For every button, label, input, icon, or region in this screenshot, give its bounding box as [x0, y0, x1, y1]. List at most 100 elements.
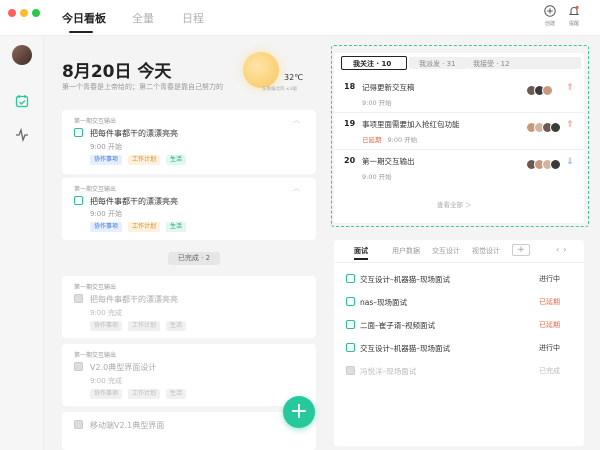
- tag: 工作计划: [128, 155, 161, 165]
- window-close-button[interactable]: [8, 9, 16, 17]
- status-badge: 已完成: [539, 367, 560, 375]
- create-button[interactable]: 创建: [539, 5, 561, 27]
- task-checkbox[interactable]: [346, 320, 355, 329]
- task-checkbox-checked[interactable]: [74, 294, 83, 303]
- avatar: [550, 159, 561, 170]
- task-checkbox-checked[interactable]: [346, 366, 355, 375]
- card-project: 第一期交互输出: [74, 118, 117, 125]
- tab-today-board[interactable]: 今日看板: [62, 10, 106, 26]
- todo-card[interactable]: 第一期交互输出 ︿ 把每件事都干的漂漂亮亮 9:00 开始 协作事项 工作计划 …: [62, 178, 316, 240]
- bell-icon: [568, 5, 580, 15]
- todo-card[interactable]: 第一期交互输出 ︿ 把每件事都干的漂漂亮亮 9:00 开始 协作事项 工作计划 …: [62, 110, 316, 174]
- overdue-badge: 已延期: [362, 136, 382, 144]
- avatar: [542, 85, 553, 96]
- list-item[interactable]: 交互设计–机器猫–现场面试 进行中: [334, 337, 584, 359]
- collapse-caret-icon[interactable]: ︿: [293, 115, 300, 125]
- card-time: 9:00 完成: [90, 309, 122, 317]
- completed-card[interactable]: 第一期交互输出 V2.0典型界面设计 9:00 完成 协作事项 工作计划 生活: [62, 344, 316, 406]
- interview-title: 交互设计–机器猫–现场面试: [360, 344, 450, 353]
- task-meta: 已延期 9:00 开始: [362, 134, 417, 144]
- tab-schedule[interactable]: 日程: [182, 10, 204, 26]
- status-badge: 进行中: [539, 344, 560, 352]
- list-item[interactable]: 冯悦洋–现场面试 已完成: [334, 360, 584, 382]
- priority-down-icon: ⇓: [566, 157, 574, 167]
- interview-title: 冯悦洋–现场面试: [360, 367, 417, 376]
- task-checkbox[interactable]: [346, 274, 355, 283]
- add-tab-button[interactable]: +: [512, 244, 530, 256]
- card-title: V2.0典型界面设计: [90, 363, 157, 372]
- card-time: 9:00 开始: [90, 143, 122, 151]
- task-checkbox-checked[interactable]: [74, 420, 83, 429]
- top-bar: 今日看板 全量 日程 创建 提醒: [0, 0, 600, 36]
- tag: 协作事项: [90, 321, 123, 331]
- divider: [334, 262, 584, 263]
- status-badge: 进行中: [539, 275, 560, 283]
- tag: 工作计划: [128, 389, 161, 399]
- card-project: 第一期交互输出: [74, 352, 117, 359]
- tag: 生活: [166, 155, 187, 165]
- tab-scroll-arrows[interactable]: ‹›: [556, 245, 570, 254]
- card-project: 第一期交互输出: [74, 186, 117, 193]
- task-meta: 9:00 开始: [362, 171, 392, 181]
- task-time: 9:00 开始: [362, 173, 392, 181]
- task-checkbox-checked[interactable]: [74, 362, 83, 371]
- priority-up-icon: ⇑: [566, 83, 574, 93]
- calendar-check-icon[interactable]: [15, 94, 29, 108]
- tab-all[interactable]: 全量: [132, 10, 154, 26]
- tab-following[interactable]: 我关注 · 10: [353, 59, 391, 69]
- tag: 工作计划: [128, 321, 161, 331]
- card-time: 9:00 完成: [90, 377, 122, 385]
- task-number: 18: [344, 82, 356, 91]
- list-item[interactable]: 二面–崔子谞–视频面试 已延期: [334, 314, 584, 336]
- task-number: 20: [344, 156, 356, 165]
- completed-card[interactable]: 第一期交互输出 把每件事都干的漂漂亮亮 9:00 完成 协作事项 工作计划 生活: [62, 276, 316, 338]
- tag: 协作事项: [90, 389, 123, 399]
- window-maximize-button[interactable]: [32, 9, 40, 17]
- completed-card[interactable]: 移动端V2.1典型界面: [62, 412, 316, 450]
- interview-title: nas–现场面试: [360, 298, 408, 307]
- tag: 工作计划: [128, 222, 161, 232]
- tab-accepted[interactable]: 我接受 · 12: [473, 59, 510, 69]
- tab-interview[interactable]: 面试: [354, 246, 368, 256]
- list-item[interactable]: 19 事项里面需要加入抢红包功能 已延期 9:00 开始 ⇑: [334, 113, 584, 149]
- tab-visual-design[interactable]: 视觉设计: [472, 246, 500, 256]
- pulse-icon[interactable]: [15, 128, 29, 142]
- task-checkbox[interactable]: [346, 297, 355, 306]
- task-title: 事项里面需要加入抢红包功能: [362, 120, 460, 129]
- active-tab-underline: [69, 31, 93, 33]
- completed-toggle[interactable]: 已完成 · 2: [168, 252, 220, 265]
- avatar[interactable]: [12, 45, 32, 65]
- window-minimize-button[interactable]: [20, 9, 28, 17]
- add-task-button[interactable]: +: [283, 396, 315, 428]
- list-item[interactable]: 交互设计–机器猫–现场面试 进行中: [334, 268, 584, 290]
- view-all-link[interactable]: 查看全部 ＞: [437, 199, 472, 209]
- remind-button[interactable]: 提醒: [563, 5, 585, 27]
- task-time: 9:00 开始: [362, 99, 392, 107]
- priority-up-icon: ⇑: [566, 120, 574, 130]
- tag: 生活: [166, 222, 187, 232]
- task-checkbox[interactable]: [346, 343, 355, 352]
- card-title: 移动端V2.1典型界面: [90, 421, 165, 430]
- page-title: 8月20日 今天: [62, 62, 172, 82]
- daily-motto: 第一个青春是上帝给的；第二个青春是靠自己努力的: [62, 83, 223, 91]
- card-project: 第一期交互输出: [74, 284, 117, 291]
- tab-dispatched[interactable]: 我派发 · 31: [419, 59, 456, 69]
- list-item[interactable]: nas–现场面试 已延期: [334, 291, 584, 313]
- card-time: 9:00 开始: [90, 210, 122, 218]
- collapse-caret-icon[interactable]: ︿: [293, 183, 300, 193]
- list-item[interactable]: 18 记得更新交互稿 9:00 开始 ⇑: [334, 76, 584, 112]
- card-title: 把每件事都干的漂漂亮亮: [90, 295, 178, 304]
- create-label: 创建: [544, 21, 555, 27]
- tag: 生活: [166, 389, 187, 399]
- task-title: 第一期交互输出: [362, 157, 415, 166]
- card-title: 把每件事都干的漂漂亮亮: [90, 129, 178, 138]
- task-checkbox[interactable]: [74, 196, 83, 205]
- next-arrow-icon[interactable]: ›: [563, 245, 570, 254]
- task-checkbox[interactable]: [74, 128, 83, 137]
- list-item[interactable]: 20 第一期交互输出 9:00 开始 ⇓: [334, 150, 584, 186]
- tab-interaction-design[interactable]: 交互设计: [432, 246, 460, 256]
- tab-user-data[interactable]: 用户数据: [392, 246, 420, 256]
- active-tab-underline: [354, 258, 368, 260]
- plus-circle-icon: [544, 5, 556, 17]
- interview-title: 交互设计–机器猫–现场面试: [360, 275, 450, 284]
